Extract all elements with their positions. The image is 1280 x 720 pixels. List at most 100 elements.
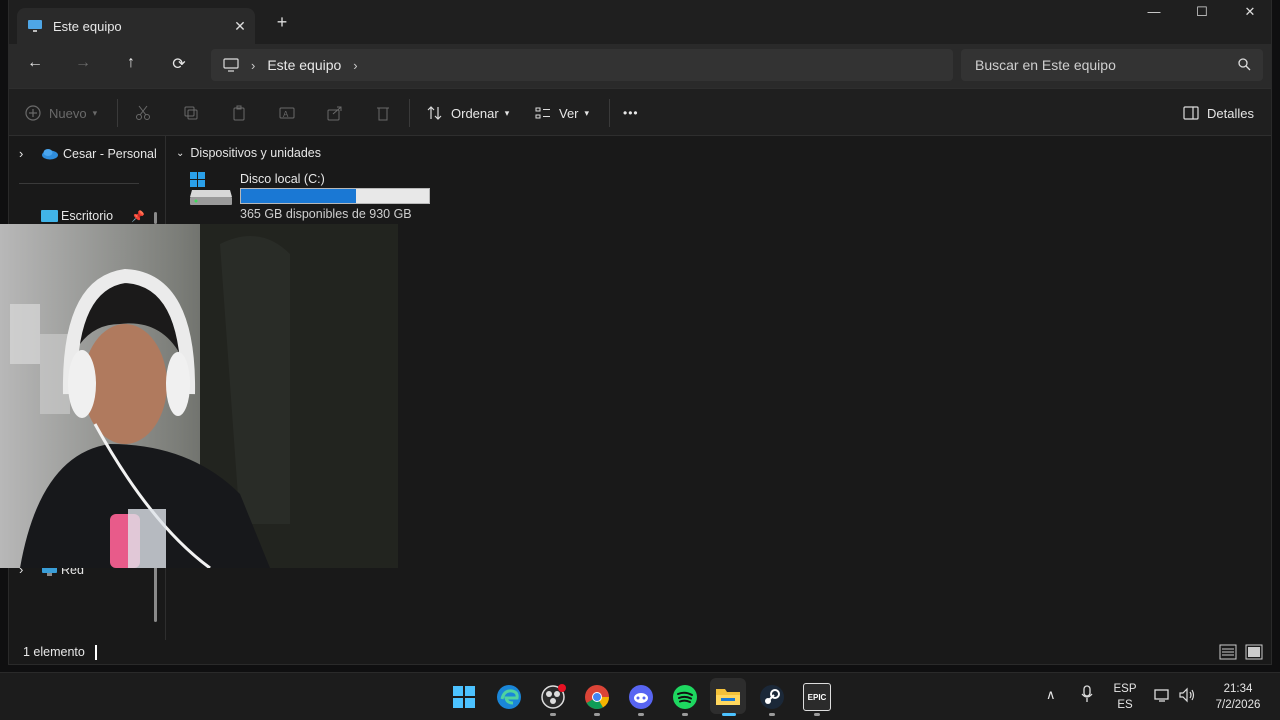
drive-item-c[interactable]: Disco local (C:) 365 GB disponibles de 9… [188,170,438,222]
breadcrumb-separator[interactable]: › [353,58,357,73]
webcam-person-image [0,224,398,568]
search-input[interactable]: Buscar en Este equipo [975,57,1116,73]
sidebar-item-label: Escritorio [61,209,114,223]
chrome-icon [585,685,609,710]
taskbar-steam[interactable] [758,683,786,711]
desktop-folder-icon [41,210,58,222]
clock[interactable]: 21:34 7/2/2026 [1210,681,1266,713]
search-icon [1238,58,1251,71]
drive-usage-fill [241,189,356,203]
drive-free-space: 365 GB disponibles de 930 GB [240,207,412,221]
new-button[interactable]: Nuevo ▾ [25,89,97,137]
tab-este-equipo[interactable]: Este equipo ✕ [17,8,255,44]
epic-games-icon: EPIC [807,692,827,702]
steam-icon [760,685,784,709]
address-bar[interactable]: › Este equipo › [211,49,953,81]
running-indicator [638,713,644,716]
running-indicator [814,713,820,716]
running-indicator [550,713,556,716]
taskbar-spotify[interactable] [671,683,699,711]
search-box[interactable]: Buscar en Este equipo [961,49,1263,81]
paste-button[interactable] [231,89,247,137]
plus-circle-icon [25,105,41,121]
sidebar-scrollbar-top[interactable] [154,212,157,224]
taskbar-epic-games[interactable]: EPIC [803,683,831,711]
title-bar: Este equipo ✕ + — ☐ ✕ [9,0,1271,44]
network-status-icon[interactable] [1154,687,1172,708]
rename-button[interactable]: A [279,89,295,137]
breadcrumb-este-equipo[interactable]: Este equipo [267,57,341,73]
details-button[interactable]: Detalles [1183,89,1254,137]
sort-icon [427,106,442,120]
spotify-icon [673,685,697,709]
minimize-button[interactable]: — [1131,4,1177,26]
item-count: 1 elemento [23,645,85,659]
sort-button[interactable]: Ordenar ▾ [427,89,509,137]
scissors-icon [136,105,150,120]
maximize-button[interactable]: ☐ [1179,4,1225,26]
tab-close-button[interactable]: ✕ [225,18,255,35]
copy-button[interactable] [183,89,199,137]
sidebar-divider [19,183,139,184]
rename-icon: A [279,107,295,119]
trash-icon [377,107,389,121]
sidebar-item-label: Cesar - Personal [63,146,157,161]
details-view-icon[interactable] [1219,644,1237,660]
share-icon [327,106,342,121]
details-button-label: Detalles [1207,105,1254,121]
volume-icon[interactable] [1178,687,1196,708]
section-title: Dispositivos y unidades [190,146,322,160]
chevron-right-icon: › [19,146,24,161]
edge-icon [497,685,521,709]
running-indicator [594,713,600,716]
windows-logo-icon [453,686,475,708]
tiles-view-icon[interactable] [1245,644,1263,660]
delete-button[interactable] [375,89,391,137]
sidebar-scrollbar[interactable] [154,566,157,622]
drive-name: Disco local (C:) [240,172,325,186]
clock-time: 21:34 [1223,683,1253,695]
sidebar-item-onedrive[interactable]: › Cesar - Personal [19,146,157,161]
taskbar: EPIC ∧ ESP ES 21:34 7/2/2026 [0,672,1280,720]
sidebar-item-escritorio[interactable]: Escritorio 📌 [19,209,145,223]
microphone-icon[interactable] [1080,685,1094,708]
active-indicator [722,713,736,716]
taskbar-discord[interactable] [627,683,655,711]
monitor-icon [223,58,239,72]
view-button[interactable]: Ver ▾ [535,89,589,137]
refresh-button[interactable]: ⟳ [165,54,193,78]
obs-icon [541,684,566,709]
computer-icon [28,20,42,32]
section-header[interactable]: ⌄ Dispositivos y unidades [176,146,321,160]
taskbar-chrome[interactable] [583,683,611,711]
text-cursor [94,644,97,660]
toolbar-divider [117,99,118,127]
folder-icon [716,689,740,705]
cut-button[interactable] [135,89,151,137]
taskbar-edge[interactable] [495,683,523,711]
keyboard-layout: ES [1117,699,1133,711]
start-button[interactable] [450,683,478,711]
status-bar: 1 elemento [9,640,1271,664]
up-button[interactable]: ↑ [117,54,145,78]
tab-title: Este equipo [53,18,122,34]
details-pane-icon [1183,106,1199,120]
discord-icon [629,685,653,709]
taskbar-file-explorer[interactable] [710,678,746,714]
more-options-button[interactable]: ••• [623,89,639,137]
breadcrumb-separator[interactable]: › [251,58,255,73]
new-button-label: Nuevo [49,105,87,121]
copy-icon [184,106,198,120]
language-code: ESP [1113,683,1137,695]
taskbar-obs[interactable] [539,683,567,711]
chevron-down-icon: ⌄ [176,147,185,159]
command-bar: Nuevo ▾ A Ordenar ▾ Ver ▾ ••• Detalles [9,88,1271,136]
share-button[interactable] [327,89,343,137]
forward-button[interactable]: → [69,54,97,78]
language-indicator[interactable]: ESP ES [1110,681,1140,713]
tray-overflow-button[interactable]: ∧ [1046,687,1056,703]
new-tab-button[interactable]: + [271,12,293,33]
navigation-bar: ← → ↑ ⟳ › Este equipo › Buscar en Este e… [9,44,1271,88]
close-window-button[interactable]: ✕ [1227,4,1273,26]
back-button[interactable]: ← [21,54,49,78]
